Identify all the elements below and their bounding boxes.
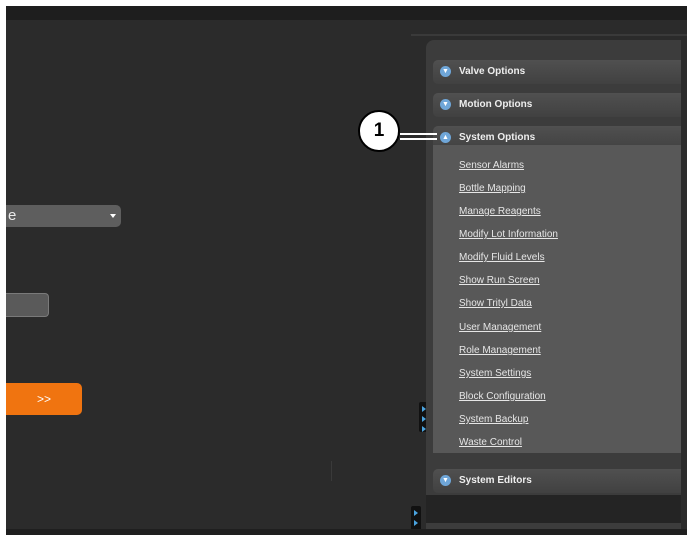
section-label: Motion Options [459,99,533,110]
top-bar [6,6,687,20]
section-valve-options[interactable]: ▼ Valve Options [433,60,681,84]
link-manage-reagents[interactable]: Manage Reagents [459,206,541,217]
dropdown-value: e [8,207,17,224]
link-show-trityl-data[interactable]: Show Trityl Data [459,298,532,309]
link-show-run-screen[interactable]: Show Run Screen [459,275,540,286]
section-label: System Editors [459,475,532,486]
caret-down-icon [110,214,116,218]
section-system-editors[interactable]: ▼ System Editors [433,469,681,493]
chevron-up-icon: ▲ [440,132,451,143]
link-user-management[interactable]: User Management [459,322,541,333]
link-bottle-mapping[interactable]: Bottle Mapping [459,183,526,194]
link-modify-fluid-levels[interactable]: Modify Fluid Levels [459,252,545,263]
next-button[interactable]: >> [6,383,82,415]
link-modify-lot-information[interactable]: Modify Lot Information [459,229,558,240]
text-input[interactable] [6,293,49,317]
chevron-down-icon: ▼ [440,475,451,486]
section-motion-options[interactable]: ▼ Motion Options [433,93,681,117]
link-system-backup[interactable]: System Backup [459,414,528,425]
triangle-right-icon [414,510,418,516]
callout-marker: 1 [358,110,400,152]
callout-leader-line [400,133,437,135]
system-options-links: Sensor Alarms Bottle Mapping Manage Reag… [433,145,681,453]
options-panel-footer [426,495,681,523]
dropdown-select[interactable]: e [6,205,121,227]
chevron-down-icon: ▼ [440,66,451,77]
link-system-settings[interactable]: System Settings [459,368,531,379]
vertical-divider [331,461,332,481]
link-role-management[interactable]: Role Management [459,345,541,356]
triangle-right-icon [414,520,418,526]
callout-leader-line [400,138,437,140]
panel-top-divider [411,34,687,36]
chevron-down-icon: ▼ [440,99,451,110]
link-waste-control[interactable]: Waste Control [459,437,522,448]
bottom-strip [6,529,687,535]
link-block-configuration[interactable]: Block Configuration [459,391,546,402]
section-label: Valve Options [459,66,526,77]
link-sensor-alarms[interactable]: Sensor Alarms [459,160,524,171]
